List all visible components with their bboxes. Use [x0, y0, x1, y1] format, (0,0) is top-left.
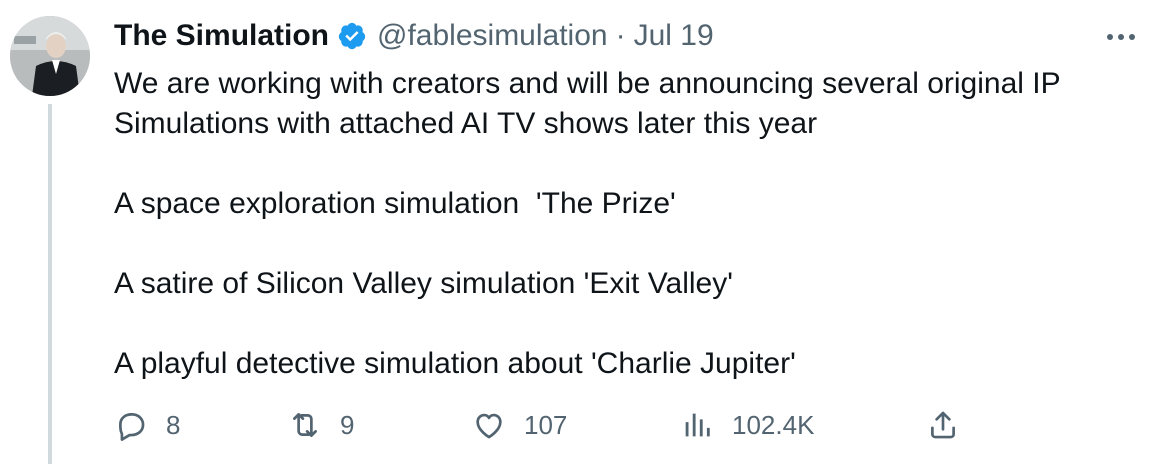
tweet-text: We are working with creators and will be…	[114, 64, 1114, 384]
reply-button[interactable]: 8	[114, 405, 180, 445]
reply-icon	[114, 408, 148, 442]
verified-badge-icon[interactable]	[337, 21, 367, 51]
tweet-text-line: Simulations with attached AI TV shows la…	[114, 107, 818, 140]
tweet-text-line: A playful detective simulation about 'Ch…	[114, 347, 796, 380]
repost-button[interactable]: 9	[288, 405, 354, 445]
views-button[interactable]: 102.4K	[680, 405, 814, 445]
share-icon	[926, 408, 960, 442]
views-count: 102.4K	[732, 409, 815, 440]
tweet-body: The Simulation @fablesimulation · Jul 19…	[114, 14, 1114, 384]
handle[interactable]: @fablesimulation	[377, 19, 608, 53]
more-icon[interactable]	[1104, 20, 1138, 54]
action-bar: 8 9 107 102.4K	[114, 405, 974, 445]
reply-count: 8	[166, 409, 181, 440]
display-name[interactable]: The Simulation	[114, 19, 329, 53]
views-icon	[680, 408, 714, 442]
tweet-text-line: A space exploration simulation 'The Priz…	[114, 187, 676, 220]
like-count: 107	[524, 409, 568, 440]
thread-line	[48, 104, 52, 464]
repost-icon	[288, 408, 322, 442]
tweet-text-line: A satire of Silicon Valley simulation 'E…	[114, 267, 733, 300]
avatar[interactable]	[10, 16, 90, 96]
tweet-text-line: We are working with creators and will be…	[114, 67, 1061, 100]
like-button[interactable]: 107	[472, 405, 567, 445]
share-button[interactable]	[926, 405, 960, 445]
separator-dot: ·	[615, 19, 626, 52]
tweet-header: The Simulation @fablesimulation · Jul 19	[114, 14, 1114, 58]
like-icon	[472, 408, 506, 442]
repost-count: 9	[340, 409, 355, 440]
tweet-date[interactable]: Jul 19	[634, 19, 714, 53]
